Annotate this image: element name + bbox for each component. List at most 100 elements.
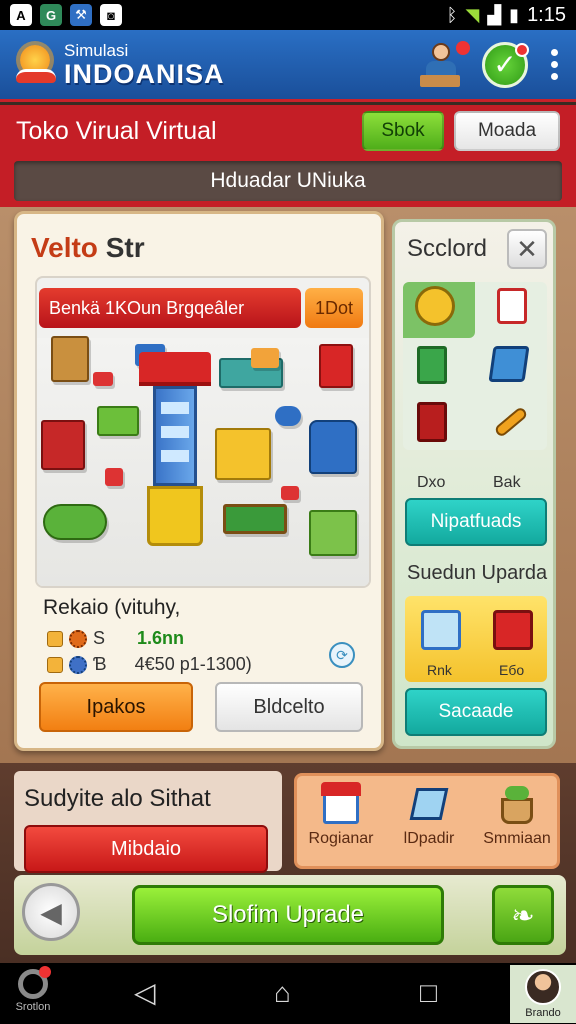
- shelf-icon[interactable]: [41, 420, 85, 470]
- option-label: lDpadir: [403, 830, 455, 847]
- scanner-tool-icon[interactable]: [488, 346, 535, 390]
- tool-label-left: Dxo: [417, 474, 446, 491]
- bluetooth-icon: ᛒ: [446, 4, 458, 25]
- vending-machine-icon[interactable]: [319, 344, 353, 388]
- tool-label-right: Bak: [493, 474, 521, 491]
- gear-icon: [69, 655, 87, 674]
- promo-banner[interactable]: Benkä 1KOun Brgqeâler: [39, 288, 301, 328]
- battery-icon: ▮: [509, 4, 520, 25]
- nav-home-icon[interactable]: ⌂: [274, 979, 291, 1007]
- bottom-panel: Sudyite alo Sithat Mibdaio Rogianar lDpa…: [0, 763, 576, 963]
- avatar: [525, 969, 561, 1005]
- water-tank-icon[interactable]: [309, 420, 357, 474]
- product-box-icon[interactable]: [251, 348, 279, 368]
- shop-label-right: Ебо: [499, 662, 525, 678]
- upgrade-subtitle: Suedun Uparda: [407, 562, 548, 584]
- store-title-part1: Velto: [31, 232, 98, 263]
- profile-shortcut[interactable]: Brando: [510, 965, 576, 1023]
- mode-button[interactable]: Moada: [454, 111, 560, 151]
- status-time: 1:15: [527, 3, 566, 26]
- ledger-tool-icon[interactable]: [417, 402, 461, 446]
- purchase-button[interactable]: Ipakos: [39, 682, 193, 732]
- small-box-icon[interactable]: [93, 372, 113, 386]
- glass-shop-icon[interactable]: [421, 610, 461, 650]
- side-panel: Scclord ✕ Dxo Bak Nipatfuads Suedun Upar…: [392, 219, 556, 749]
- promo-tag[interactable]: 1Dot: [305, 288, 363, 328]
- option-update[interactable]: lDpadir: [387, 780, 471, 868]
- action-bar: ◀ Slofim Uprade ❧: [14, 875, 566, 955]
- brand: Simulasi INDOANISA: [64, 40, 225, 89]
- option-label: Smmiaan: [483, 830, 551, 847]
- coin-icon: [47, 656, 63, 673]
- tool-grid: [403, 282, 547, 450]
- stock-button[interactable]: Sbok: [362, 111, 444, 151]
- scooter-icon[interactable]: [275, 406, 301, 426]
- green-cabinet-icon[interactable]: [309, 510, 357, 556]
- shipping-icon: [407, 782, 451, 826]
- section-strip: Hduadar UNiuka: [0, 157, 576, 207]
- settings-icon: [18, 966, 51, 999]
- section-tab[interactable]: Hduadar UNiuka: [14, 161, 562, 201]
- stall-icon[interactable]: [215, 428, 271, 480]
- option-storage[interactable]: Smmiaan: [475, 780, 559, 868]
- green-crate-icon[interactable]: [97, 406, 139, 436]
- store-card: Velto Str Benkä 1KOun Brgqeâler 1Dot Rek…: [14, 211, 384, 751]
- app-header: Simulasi INDOANISA ✓: [0, 30, 576, 102]
- clock-tool-icon[interactable]: [415, 286, 459, 330]
- user-desk-icon[interactable]: [420, 40, 470, 89]
- gallery-icon: ◙: [100, 4, 122, 26]
- stat-label: S: [93, 628, 106, 648]
- market-table-icon[interactable]: [223, 504, 287, 534]
- save-button[interactable]: Sacaade: [405, 688, 547, 736]
- app-icon: G: [40, 4, 62, 26]
- main-area: Velto Str Benkä 1KOun Brgqeâler 1Dot Rek…: [0, 207, 576, 763]
- nav-recents-icon[interactable]: □: [420, 979, 437, 1007]
- close-icon[interactable]: ✕: [507, 229, 547, 269]
- details-button[interactable]: Bldcelto: [215, 682, 363, 732]
- fountain-icon[interactable]: [43, 504, 107, 540]
- a-icon: A: [10, 4, 32, 26]
- page-title: Toko Virual Virtual: [16, 116, 217, 145]
- wrench-tool-icon[interactable]: [493, 402, 537, 446]
- options-box: Rogianar lDpadir Smmiaan: [294, 773, 560, 869]
- tiny-red-icon[interactable]: [281, 486, 299, 500]
- crate-icon[interactable]: [51, 336, 89, 382]
- stat-row-2: Ɓ 4€50 p1-1300): [47, 654, 252, 675]
- option-register[interactable]: Rogianar: [299, 780, 383, 868]
- logo-icon: [14, 43, 58, 87]
- red-shop-icon[interactable]: [493, 610, 533, 650]
- id-card-tool-icon[interactable]: [491, 288, 535, 332]
- signal-icon: ▟: [487, 4, 502, 25]
- red-action-button[interactable]: Mibdaio: [24, 825, 268, 873]
- manage-button[interactable]: Nipatfuads: [405, 498, 547, 546]
- title-bar: Toko Virual Virtual Sbok Moada: [0, 105, 576, 157]
- option-label: Rogianar: [308, 830, 374, 847]
- store-scene[interactable]: Benkä 1KOun Brgqeâler 1Dot: [35, 276, 371, 588]
- more-menu-icon[interactable]: [546, 49, 562, 80]
- wifi-icon: ◥: [465, 4, 480, 25]
- prompt-box: Sudyite alo Sithat Mibdaio: [14, 771, 282, 873]
- nav-back-icon[interactable]: ◁: [134, 979, 156, 1007]
- status-bar: A G ⚒ ◙ ᛒ ◥ ▟ ▮ 1:15: [0, 0, 576, 30]
- store-icon: ⚒: [70, 4, 92, 26]
- gear-icon: [69, 629, 87, 648]
- small-red-icon[interactable]: [105, 468, 123, 486]
- leaf-icon[interactable]: ❧: [492, 885, 554, 945]
- coin-icon: [47, 630, 63, 647]
- refresh-icon[interactable]: ⟳: [329, 642, 355, 668]
- prompt-text: Sudyite alo Sithat: [24, 785, 211, 812]
- back-icon[interactable]: ◀: [22, 883, 80, 941]
- checkmark-icon[interactable]: ✓: [482, 41, 529, 88]
- profile-label: Brando: [525, 1007, 561, 1019]
- settings-shortcut[interactable]: Srotlon: [8, 966, 58, 1021]
- upgrade-button[interactable]: Slofim Uprade: [132, 885, 444, 945]
- shop-options: Rnk Ебо: [405, 596, 547, 682]
- brand-title: INDOANISA: [64, 58, 225, 89]
- book-tool-icon[interactable]: [417, 346, 461, 390]
- brand-subtitle: Simulasi: [64, 40, 129, 60]
- stat-row-1: S 1.6nn: [47, 628, 184, 649]
- shop-label-left: Rnk: [427, 662, 452, 678]
- store-title: Velto Str: [31, 232, 145, 264]
- store-tower[interactable]: [139, 352, 211, 552]
- register-icon: [319, 782, 363, 826]
